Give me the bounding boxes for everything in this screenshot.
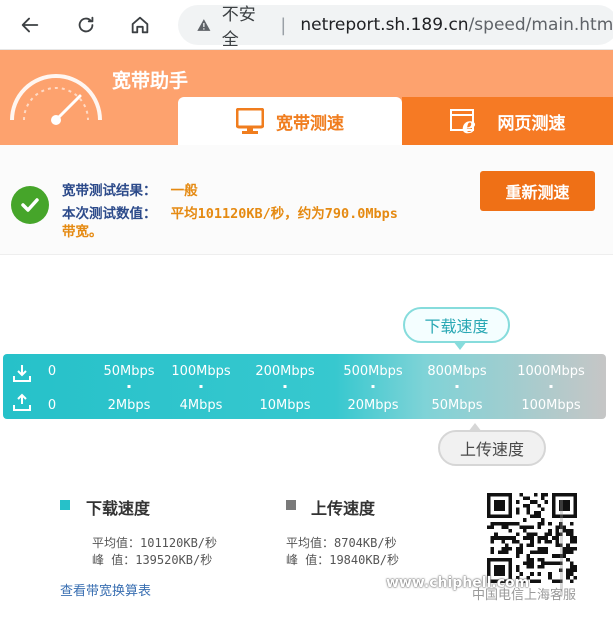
download-peak: 峰 值：139520KB/秒 xyxy=(92,553,213,567)
upload-tick: 20Mbps xyxy=(347,398,399,413)
scale-divider-dot xyxy=(455,385,459,388)
download-stats-title: 下载速度 xyxy=(86,499,151,518)
scale-divider-dot xyxy=(371,385,375,388)
upload-peak: 峰 值：19840KB/秒 xyxy=(286,553,400,567)
download-tick: 100Mbps xyxy=(171,364,231,379)
scale-divider-dot xyxy=(199,385,203,388)
security-label: 不安全 xyxy=(221,5,256,50)
upload-icon xyxy=(13,393,31,411)
tab-broadband-speed[interactable]: 宽带测速 xyxy=(178,97,402,145)
upload-avg: 平均值：8704KB/秒 xyxy=(286,536,397,550)
result-line-1: 宽带测试结果： 一般 xyxy=(62,179,198,199)
download-legend-swatch xyxy=(60,500,70,510)
url-path: /speed/main.html xyxy=(468,15,613,35)
browser-e-icon: e xyxy=(449,109,476,135)
reload-button[interactable] xyxy=(70,9,102,41)
download-tick: 800Mbps xyxy=(427,364,487,379)
home-icon xyxy=(131,16,149,34)
app-title: 宽带助手 xyxy=(112,70,189,92)
download-tick: 50Mbps xyxy=(103,364,155,379)
download-avg: 平均值：101120KB/秒 xyxy=(92,536,218,550)
upload-tick: 100Mbps xyxy=(521,398,581,413)
result-value-continued: 带宽。 xyxy=(62,224,103,240)
result-panel: 宽带测试结果： 一般 本次测试数值： 平均101120KB/秒，约为790.0M… xyxy=(0,145,613,255)
watermark-logo xyxy=(560,500,563,595)
reload-icon xyxy=(78,16,94,33)
download-tick: 1000Mbps xyxy=(517,364,585,379)
upload-stats-title: 上传速度 xyxy=(311,499,376,518)
download-icon xyxy=(13,365,31,382)
success-check-icon xyxy=(11,186,49,224)
scale-divider-dot xyxy=(549,385,553,388)
upload-tick: 4Mbps xyxy=(179,398,223,413)
qr-code-icon xyxy=(487,493,577,583)
tab-label: 宽带测速 xyxy=(276,113,344,134)
url-host: netreport.sh.189.cn xyxy=(300,15,469,35)
upload-tick: 10Mbps xyxy=(259,398,311,413)
result-grade: 一般 xyxy=(170,183,198,199)
warning-icon[interactable] xyxy=(196,16,212,34)
browser-toolbar: 不安全 | netreport.sh.189.cn/speed/main.htm… xyxy=(0,0,613,50)
upload-speed-bubble: 上传速度 xyxy=(438,423,546,466)
address-bar[interactable]: 不安全 | netreport.sh.189.cn/speed/main.htm… xyxy=(178,5,613,50)
watermark-text: www.chiphell.com xyxy=(386,575,530,591)
upload-tick: 50Mbps xyxy=(431,398,483,413)
retest-button[interactable]: 重新测速 xyxy=(480,171,595,211)
download-tick: 0 xyxy=(47,364,57,379)
upload-legend-swatch xyxy=(286,500,296,510)
download-tick: 500Mbps xyxy=(343,364,403,379)
back-arrow-icon xyxy=(21,17,39,33)
upload-tick: 2Mbps xyxy=(107,398,151,413)
tab-label: 网页测速 xyxy=(497,113,566,134)
result-label: 宽带测试结果： xyxy=(62,183,157,199)
result-line-2: 本次测试数值： 平均101120KB/秒，约为790.0Mbps xyxy=(62,202,398,222)
scale-divider-dot xyxy=(283,385,287,388)
upload-tick: 0 xyxy=(47,398,57,413)
speed-scale-bar: 0 50Mbps 100Mbps 200Mbps 500Mbps 800Mbps 1000M… xyxy=(3,354,606,419)
monitor-icon xyxy=(236,108,264,134)
download-speed-bubble: 下载速度 xyxy=(403,307,510,350)
result-value: 平均101120KB/秒，约为790.0Mbps xyxy=(170,206,398,222)
tab-webpage-speed[interactable]: e 网页测速 xyxy=(402,97,613,145)
bandwidth-conversion-link[interactable]: 查看带宽换算表 xyxy=(60,580,151,599)
scale-divider-dot xyxy=(127,385,131,388)
address-separator: | xyxy=(280,14,287,36)
back-button[interactable] xyxy=(14,9,46,41)
download-tick: 200Mbps xyxy=(255,364,315,379)
speedometer-icon xyxy=(10,74,102,125)
svg-text:e: e xyxy=(462,113,476,135)
home-button[interactable] xyxy=(124,9,156,41)
